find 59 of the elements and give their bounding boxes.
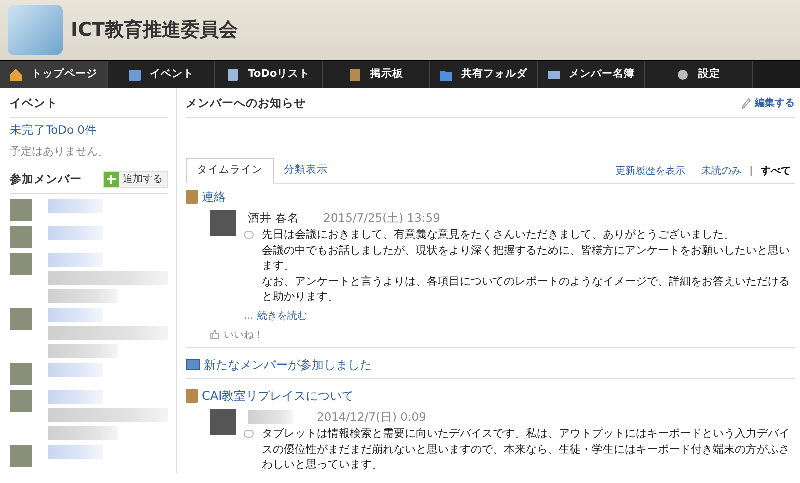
post-date: 2015/7/25(土) 13:59 — [324, 210, 440, 227]
avatar-placeholder — [10, 308, 32, 330]
topic-link[interactable]: 連絡 — [202, 188, 226, 206]
section-heading: 参加メンバー — [10, 171, 82, 188]
blurred-text — [48, 344, 118, 358]
blurred-name — [48, 199, 103, 214]
blurred-name — [248, 410, 293, 424]
nav-tab[interactable]: 設定 — [645, 61, 752, 88]
like-link[interactable]: いいね！ — [224, 328, 264, 343]
avatar-placeholder — [10, 199, 32, 222]
todo-link[interactable]: 未完了ToDo 0件 — [10, 122, 168, 140]
blurred-name — [48, 226, 103, 240]
logo-icon — [8, 5, 63, 55]
blurred-name — [48, 253, 103, 268]
post-text: 先日は会議におきまして、有意義な意見をたくさんいただきまして、ありがとうございました。 会議の中でもお話しましたが、現状をより深く把握するために、皆様方にアンケートをお願いしたいと思います。 なお、アンケートと言うよりは、各項目についてのレポートのようなイメージで、詳細をお答えいただけると助かります。 — [262, 227, 791, 305]
author-name: 酒井 春名 — [248, 210, 300, 227]
ellipsis-text: ... — [244, 310, 254, 322]
blurred-text — [48, 289, 118, 304]
avatar-placeholder — [10, 445, 32, 468]
filter-link[interactable]: すべて — [761, 164, 791, 179]
post-date: 2014/12/7(日) 0:09 — [317, 408, 426, 426]
nav-tab[interactable]: トップページ — [0, 61, 108, 88]
read-more-link[interactable]: 続きを読む — [258, 310, 308, 322]
section-heading: イベント — [10, 92, 168, 118]
edit-link[interactable]: 編集する — [742, 95, 795, 112]
empty-message: 予定はありません。 — [10, 144, 110, 160]
pencil-icon — [742, 98, 751, 110]
avatar-placeholder — [210, 210, 236, 236]
site-title: ICT教育推進委員会 — [71, 18, 238, 43]
plus-icon — [104, 172, 119, 188]
avatar-placeholder — [10, 390, 32, 412]
filter-link[interactable]: 未読のみ — [702, 164, 742, 179]
nav-tab[interactable]: イベント — [108, 61, 215, 88]
post-text: タブレットは情報検索と需要に向いたデバイスです。私は、アウトプットにはキーボードという入力デバイスの優位性がまだまだ崩れないと思いますので、本来なら、生徒・学生にはキーボード付き端末の方がふさわしいと思っています。 — [262, 426, 791, 472]
avatar-placeholder — [10, 253, 32, 276]
topic-link[interactable]: CAI教室リプレイスについて — [202, 386, 354, 405]
nav-tab[interactable]: メンバー名簿 — [538, 61, 645, 88]
comment-icon — [244, 231, 254, 240]
topic-link[interactable]: 新たなメンバーが参加しました — [204, 356, 372, 374]
comment-icon — [244, 430, 254, 438]
blurred-text — [48, 426, 118, 440]
tab[interactable]: タイムライン — [186, 158, 274, 184]
avatar-placeholder — [210, 408, 236, 435]
blurred-name — [48, 308, 103, 322]
section-heading: メンバーへのお知らせ — [186, 95, 306, 112]
avatar-placeholder — [10, 226, 32, 248]
avatar-placeholder — [10, 363, 32, 386]
blurred-name — [48, 390, 103, 404]
tab[interactable]: 分類表示 — [274, 158, 338, 183]
blurred-name — [48, 363, 103, 378]
nav-tab[interactable]: 共有フォルダ — [430, 61, 538, 88]
house-icon — [9, 68, 24, 82]
thumbs-up-icon — [210, 330, 220, 340]
nav-tab[interactable]: 掲示板 — [322, 61, 430, 88]
filter-separator: | — [750, 165, 753, 179]
nav-tab[interactable]: ToDoリスト — [215, 61, 322, 88]
history-link[interactable]: 更新履歴を表示 — [616, 164, 686, 179]
blurred-name — [48, 445, 103, 460]
add-button[interactable]: 追加する — [103, 171, 168, 188]
